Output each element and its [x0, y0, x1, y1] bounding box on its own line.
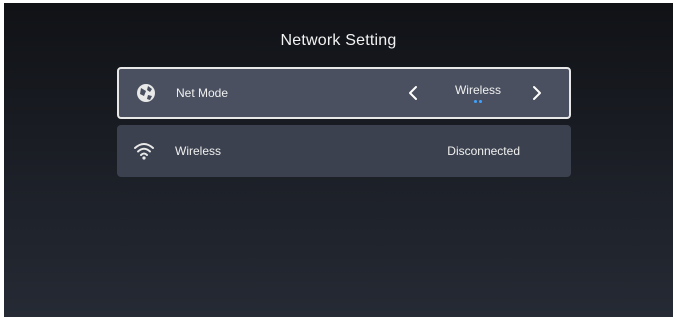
wifi-icon: [134, 143, 154, 160]
wireless-status: Disconnected: [447, 144, 520, 158]
option-indicator: [474, 100, 484, 103]
option-dot-2: [479, 100, 482, 103]
wireless-row[interactable]: Wireless Disconnected: [117, 125, 571, 177]
option-dot-1: [474, 100, 477, 103]
net-mode-label: Net Mode: [176, 86, 229, 100]
net-mode-row[interactable]: Net Mode Wireless: [117, 67, 571, 119]
wireless-label: Wireless: [175, 144, 222, 158]
tv-settings-screen: Network Setting Net Mode Wireless Wirele…: [4, 3, 673, 317]
chevron-right-icon[interactable]: [529, 85, 543, 101]
page-title: Network Setting: [280, 32, 397, 49]
net-mode-value: Wireless: [454, 83, 501, 97]
globe-icon: [137, 84, 155, 102]
chevron-left-icon[interactable]: [407, 85, 421, 101]
